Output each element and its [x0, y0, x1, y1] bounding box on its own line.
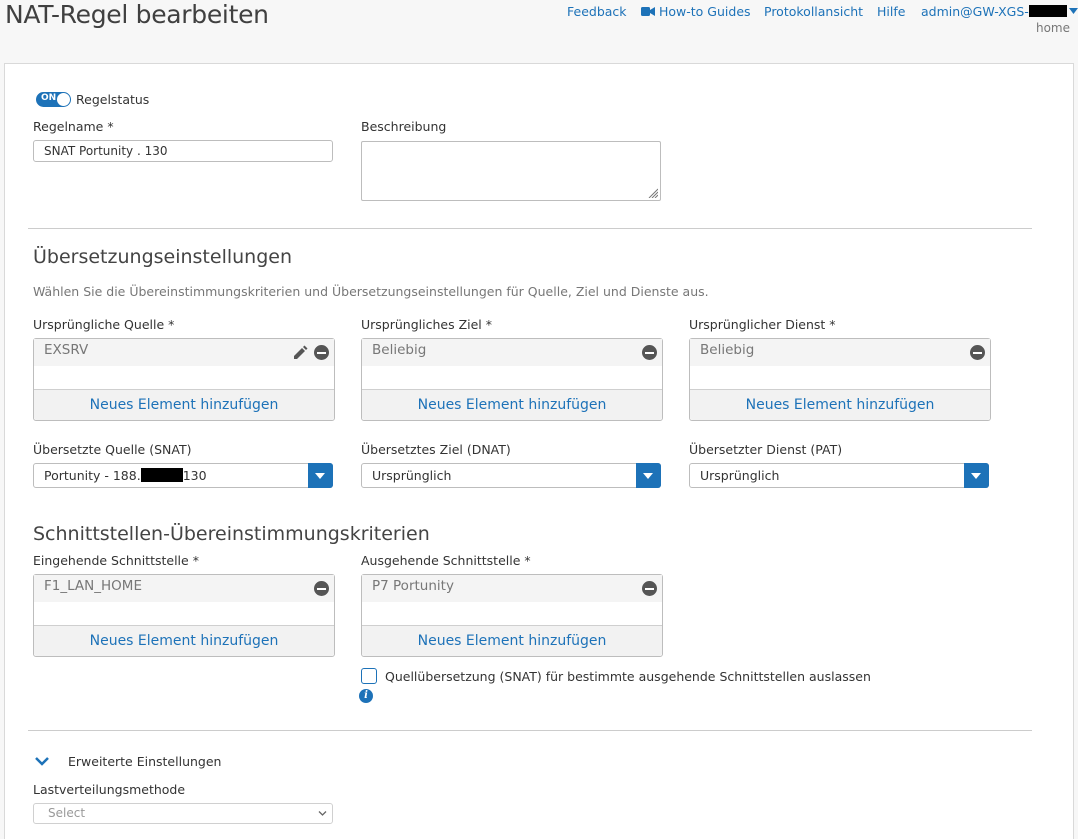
remove-item-icon[interactable] [642, 345, 657, 360]
section-divider [28, 228, 1032, 229]
snat-value-suffix: 130 [182, 468, 207, 483]
inbound-add-button[interactable]: Neues Element hinzufügen [34, 625, 334, 656]
orig-dest-label: Ursprüngliches Ziel * [361, 317, 492, 332]
orig-service-add-button[interactable]: Neues Element hinzufügen [690, 389, 990, 420]
chevron-down-icon[interactable] [636, 463, 661, 488]
remove-item-icon[interactable] [314, 581, 329, 596]
orig-dest-item: Beliebig [372, 342, 427, 358]
resize-grip-icon[interactable] [648, 188, 658, 198]
rule-name-input[interactable]: SNAT Portunity . 130 [33, 140, 333, 162]
skip-snat-checkbox[interactable] [361, 668, 377, 684]
orig-service-listbox: Beliebig Neues Element hinzufügen [689, 338, 991, 421]
section-divider [28, 730, 1032, 731]
nav-log-link[interactable]: Protokollansicht [764, 4, 863, 19]
chevron-down-icon[interactable] [964, 463, 989, 488]
pat-select[interactable]: Ursprünglich [689, 463, 989, 488]
toggle-knob [57, 93, 70, 106]
user-menu-label: admin@GW-XGS- [921, 4, 1029, 19]
nav-help-link[interactable]: Hilfe [877, 4, 905, 19]
snat-select[interactable]: Portunity - 188. 130 [33, 463, 333, 488]
caret-down-icon [1068, 8, 1078, 14]
remove-item-icon[interactable] [314, 345, 329, 360]
home-label: home [1035, 21, 1070, 35]
pat-value: Ursprünglich [700, 468, 780, 483]
inbound-listbox: F1_LAN_HOME Neues Element hinzufügen [33, 574, 335, 657]
remove-item-icon[interactable] [642, 581, 657, 596]
dnat-label: Übersetztes Ziel (DNAT) [361, 442, 511, 457]
rule-name-label: Regelname * [33, 119, 114, 134]
video-camera-icon [641, 7, 655, 16]
info-icon[interactable]: i [359, 689, 373, 703]
snat-label: Übersetzte Quelle (SNAT) [33, 442, 192, 457]
lb-method-select[interactable]: Select [33, 803, 333, 824]
description-textarea[interactable] [361, 141, 661, 201]
orig-service-item: Beliebig [700, 342, 755, 358]
translation-hint: Wählen Sie die Übereinstimmungskriterien… [33, 284, 709, 299]
rule-status-label: Regelstatus [76, 92, 150, 107]
outbound-label: Ausgehende Schnittstelle * [361, 553, 531, 568]
lb-method-placeholder: Select [48, 806, 86, 820]
nav-howto-label: How-to Guides [659, 4, 751, 19]
chevron-down-icon[interactable] [308, 463, 333, 488]
toggle-on-text: ON [41, 93, 57, 103]
dnat-value: Ursprünglich [372, 468, 452, 483]
orig-dest-listbox: Beliebig Neues Element hinzufügen [361, 338, 663, 421]
nav-feedback-link[interactable]: Feedback [567, 4, 627, 19]
chevron-down-icon[interactable] [35, 756, 49, 766]
user-menu[interactable]: admin@GW-XGS- [921, 4, 1078, 19]
lb-method-label: Lastverteilungsmethode [33, 782, 186, 797]
remove-item-icon[interactable] [970, 345, 985, 360]
outbound-item: P7 Portunity [372, 578, 454, 594]
nav-howto-link[interactable]: How-to Guides [641, 4, 751, 19]
redacted-block [1028, 5, 1067, 17]
advanced-settings-toggle[interactable]: Erweiterte Einstellungen [68, 754, 221, 769]
translation-section-title: Übersetzungseinstellungen [33, 246, 293, 268]
orig-service-label: Ursprünglicher Dienst * [689, 317, 836, 332]
orig-source-item: EXSRV [44, 342, 89, 358]
inbound-item: F1_LAN_HOME [44, 578, 142, 594]
outbound-add-button[interactable]: Neues Element hinzufügen [362, 625, 662, 656]
description-label: Beschreibung [361, 119, 447, 134]
orig-source-label: Ursprüngliche Quelle * [33, 317, 175, 332]
pencil-icon[interactable] [292, 345, 308, 361]
snat-value-prefix: Portunity - 188. [44, 468, 141, 483]
inbound-label: Eingehende Schnittstelle * [33, 553, 199, 568]
orig-dest-add-button[interactable]: Neues Element hinzufügen [362, 389, 662, 420]
page-title: NAT-Regel bearbeiten [5, 0, 269, 29]
skip-snat-label: Quellübersetzung (SNAT) für bestimmte au… [385, 669, 871, 684]
interfaces-section-title: Schnittstellen-Übereinstimmungskriterien [33, 523, 430, 545]
outbound-listbox: P7 Portunity Neues Element hinzufügen [361, 574, 663, 657]
orig-source-add-button[interactable]: Neues Element hinzufügen [34, 389, 334, 420]
dnat-select[interactable]: Ursprünglich [361, 463, 661, 488]
chevron-down-icon [318, 811, 327, 816]
rule-status-toggle[interactable]: ON [36, 92, 71, 107]
orig-source-listbox: EXSRV Neues Element hinzufügen [33, 338, 335, 421]
pat-label: Übersetzter Dienst (PAT) [689, 442, 843, 457]
redacted-block [140, 468, 183, 482]
